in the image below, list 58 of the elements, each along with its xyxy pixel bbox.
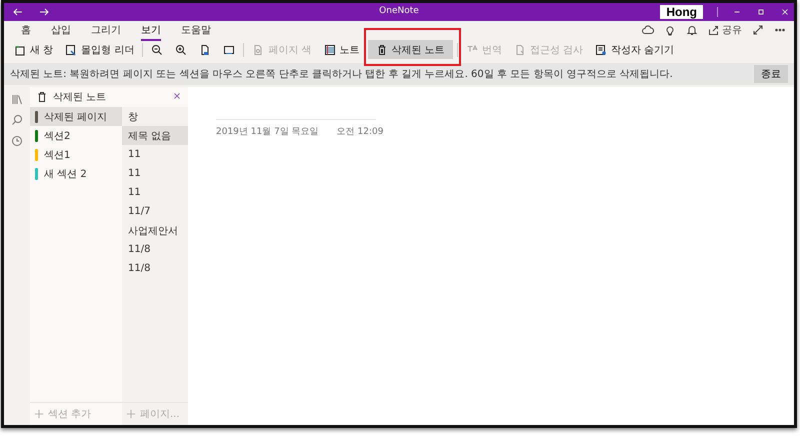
zoom-out-icon bbox=[151, 44, 164, 56]
trash-icon bbox=[36, 91, 48, 103]
reader-icon bbox=[65, 44, 78, 56]
clock-icon bbox=[11, 135, 23, 147]
page-item[interactable]: 11 bbox=[122, 164, 188, 183]
toolbar-button[interactable]: 작성자 숨기기 bbox=[590, 40, 678, 59]
page-item[interactable]: 11 bbox=[122, 183, 188, 202]
new-window-icon bbox=[14, 44, 26, 56]
page-item[interactable]: 11/8 bbox=[122, 240, 188, 259]
notebooks-icon bbox=[11, 93, 23, 105]
page-item[interactable]: 11 bbox=[122, 145, 188, 164]
ribbon-tab[interactable]: 보기 bbox=[132, 22, 170, 38]
cloud-icon bbox=[642, 24, 654, 36]
ribbon-tab[interactable]: 홈 bbox=[12, 22, 40, 38]
ribbon-tab[interactable]: 삽입 bbox=[42, 22, 80, 38]
toolbar-button[interactable]: 노트 bbox=[320, 40, 364, 59]
ribbon-tab[interactable]: 그리기 bbox=[82, 22, 130, 38]
page-item[interactable]: 사업제안서 bbox=[122, 221, 188, 240]
toolbar-button[interactable]: 삭제된 노트 bbox=[368, 40, 453, 59]
toolbar-button[interactable]: 몰입형 리더 bbox=[61, 40, 138, 59]
trash-icon bbox=[376, 44, 388, 56]
page-item[interactable]: 11/8 bbox=[122, 259, 188, 278]
zoom-in-icon bbox=[175, 44, 188, 56]
plus-icon bbox=[34, 409, 44, 419]
toolbar-button[interactable]: 새 창 bbox=[10, 40, 58, 59]
restore-icon bbox=[756, 7, 766, 17]
page-item[interactable]: 창 bbox=[122, 107, 188, 126]
page-item[interactable]: 11/7 bbox=[122, 202, 188, 221]
page-icon bbox=[199, 44, 212, 56]
user-name: Hong bbox=[660, 5, 703, 19]
window-title: OneNote bbox=[379, 6, 419, 16]
close-icon bbox=[780, 7, 790, 17]
page-item[interactable]: 제목 없음 bbox=[122, 126, 188, 145]
section-item[interactable]: 섹션1 bbox=[30, 145, 122, 164]
page-color-icon bbox=[252, 44, 264, 56]
section-item[interactable]: 섹션2 bbox=[30, 126, 122, 145]
info-message: 삭제된 노트: 복원하려면 페이지 또는 섹션을 마우스 오른쪽 단추로 클릭하거나 탭한 후 길게 누르세요. 60일 후 모든 항목이 영구적으로 삭제됩니다. bbox=[10, 68, 673, 81]
plus-icon bbox=[126, 409, 136, 419]
search-icon bbox=[11, 114, 23, 126]
page-date: 2019년 11월 7일 목요일 bbox=[216, 126, 319, 138]
accessibility-icon bbox=[514, 44, 526, 56]
authors-icon bbox=[594, 44, 607, 56]
fit-window-icon bbox=[223, 44, 236, 56]
close-button[interactable]: 종료 bbox=[754, 65, 788, 83]
section-item[interactable]: 삭제된 페이지 bbox=[30, 107, 122, 126]
share-icon bbox=[708, 24, 720, 36]
expand-icon bbox=[752, 24, 764, 36]
share-button[interactable]: 공유 bbox=[708, 23, 742, 37]
ribbon-tab[interactable]: 도움말 bbox=[172, 22, 220, 38]
page-time: 오전 12:09 bbox=[336, 126, 384, 138]
back-arrow-icon bbox=[12, 6, 24, 18]
section-item[interactable]: 새 섹션 2 bbox=[30, 164, 122, 183]
lightbulb-icon bbox=[664, 24, 676, 36]
notebook-title: 삭제된 노트 bbox=[53, 91, 106, 104]
bell-icon bbox=[686, 24, 698, 36]
ruled-lines-icon bbox=[324, 44, 336, 56]
forward-arrow-icon bbox=[38, 6, 50, 18]
close-icon bbox=[172, 90, 182, 100]
